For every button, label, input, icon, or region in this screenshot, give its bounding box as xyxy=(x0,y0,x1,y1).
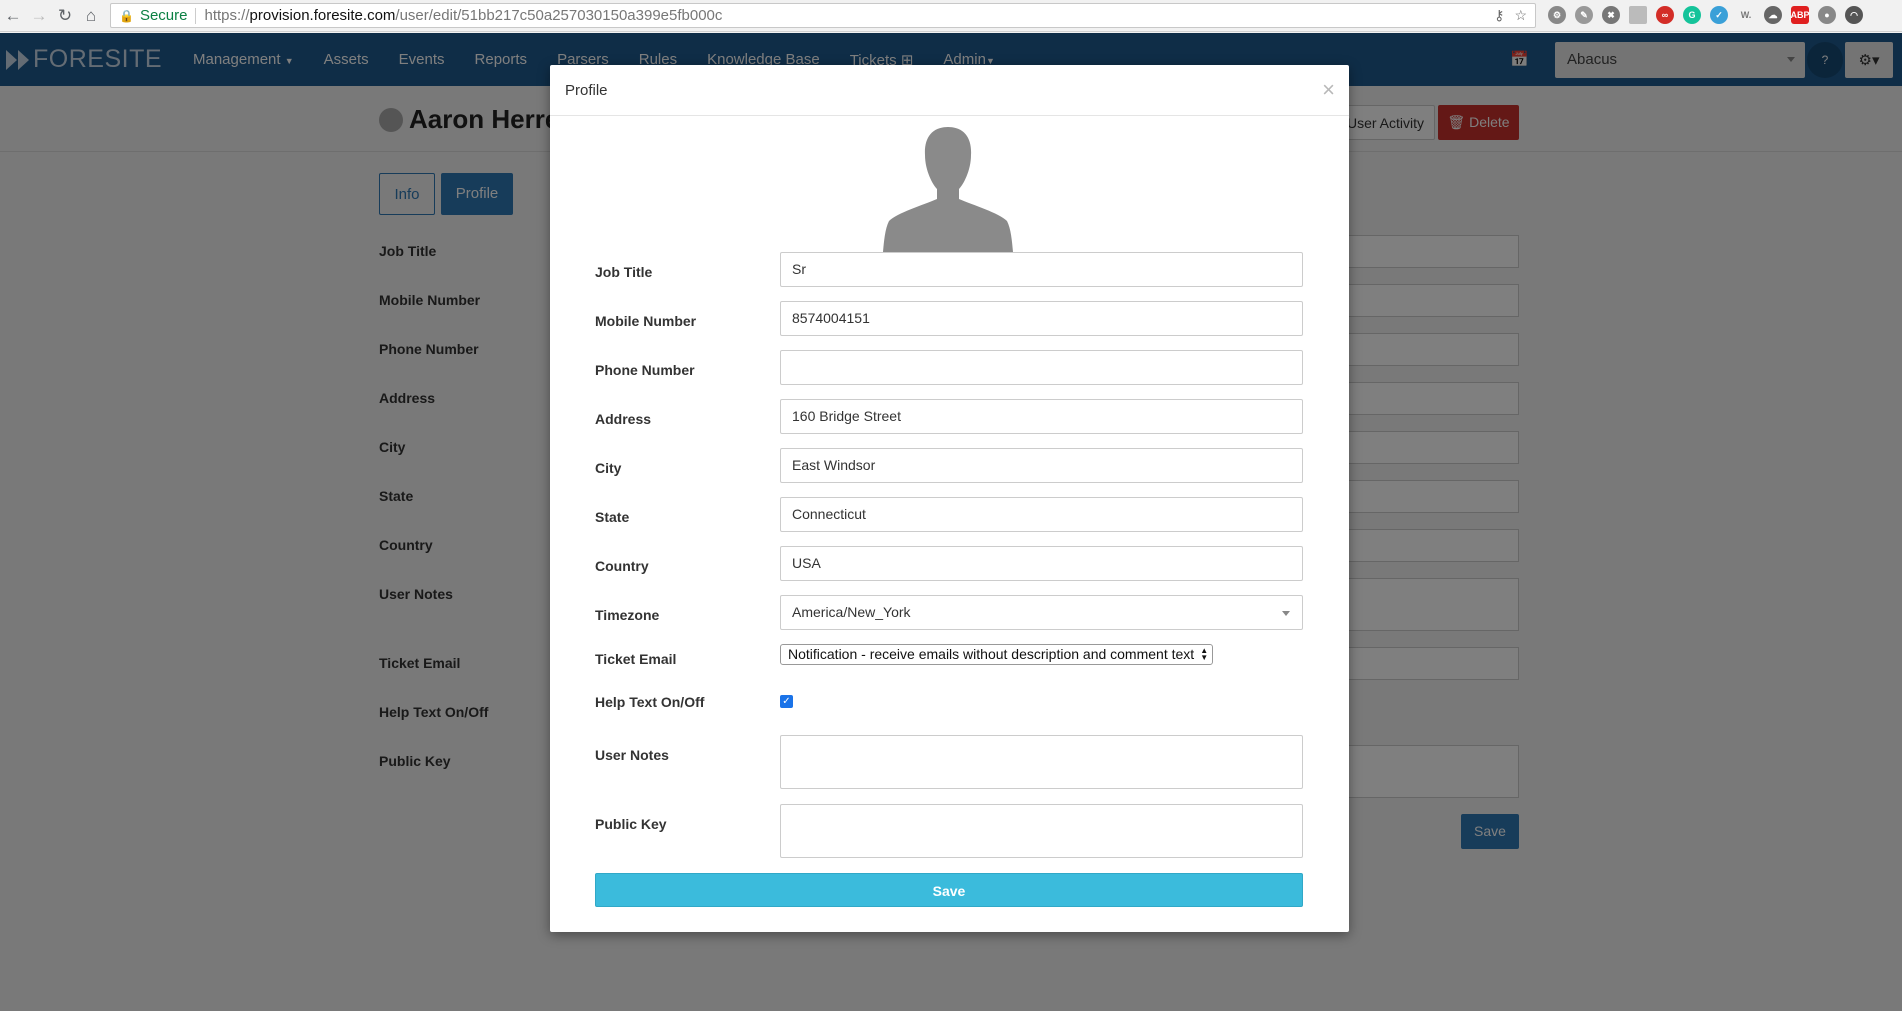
city-input[interactable]: East Windsor xyxy=(780,448,1303,483)
browser-toolbar: ← → ↻ ⌂ 🔒 Secure https:// provision.fore… xyxy=(0,0,1902,32)
help-text-label: Help Text On/Off xyxy=(595,694,705,710)
help-text-checkbox[interactable]: ✓ xyxy=(780,695,793,708)
city-label: City xyxy=(595,460,622,476)
back-icon[interactable]: ← xyxy=(0,3,26,29)
extension-grammarly-icon[interactable]: G xyxy=(1683,6,1701,24)
ticket-email-label: Ticket Email xyxy=(595,651,677,667)
secure-label: Secure xyxy=(139,7,188,24)
extension-compass-icon[interactable]: ✓ xyxy=(1710,6,1728,24)
url-host: provision.foresite.com xyxy=(249,7,396,24)
key-icon[interactable]: ⚷ xyxy=(1494,7,1504,24)
bookmark-star-icon[interactable]: ☆ xyxy=(1514,7,1527,24)
state-label: State xyxy=(595,509,630,525)
extension-adblock-icon[interactable]: ABP xyxy=(1791,6,1810,24)
country-label: Country xyxy=(595,558,649,574)
extension-tool-icon[interactable]: ✖ xyxy=(1602,6,1620,24)
modal-title: Profile xyxy=(565,82,608,99)
lock-icon: 🔒 xyxy=(119,8,134,23)
address-bar[interactable]: 🔒 Secure https:// provision.foresite.com… xyxy=(110,3,1536,28)
url-scheme: https:// xyxy=(204,7,250,24)
profile-modal: Profile × Job Title Sr Mobile Number 857… xyxy=(550,65,1349,932)
user-notes-textarea[interactable] xyxy=(780,735,1303,789)
save-button[interactable]: Save xyxy=(595,873,1303,907)
divider xyxy=(195,7,197,24)
mobile-number-input[interactable]: 8574004151 xyxy=(780,301,1303,336)
timezone-value: America/New_York xyxy=(792,604,911,620)
user-notes-label: User Notes xyxy=(595,747,669,763)
url-path: /user/edit/51bb217c50a257030150a399e5fb0… xyxy=(395,7,723,24)
modal-header: Profile × xyxy=(550,65,1349,116)
ticket-email-select[interactable]: Notification - receive emails without de… xyxy=(780,644,1214,665)
job-title-label: Job Title xyxy=(595,264,653,280)
public-key-textarea[interactable] xyxy=(780,804,1303,858)
extension-circle-icon[interactable]: ◠ xyxy=(1845,6,1863,24)
select-arrows-icon: ▲ ▼ xyxy=(1200,646,1209,662)
public-key-label: Public Key xyxy=(595,816,667,832)
extension-lastpass-icon[interactable]: ∞ xyxy=(1656,6,1674,24)
phone-number-input[interactable] xyxy=(780,350,1303,385)
extension-screen-icon[interactable] xyxy=(1629,6,1647,24)
timezone-select[interactable]: America/New_York xyxy=(780,595,1303,630)
address-input[interactable]: 160 Bridge Street xyxy=(780,399,1303,434)
avatar-silhouette-icon xyxy=(883,127,1013,252)
close-icon[interactable]: × xyxy=(1322,77,1335,103)
forward-icon[interactable]: → xyxy=(26,3,52,29)
extension-pen-icon[interactable]: ✎ xyxy=(1575,6,1593,24)
caret-down-icon xyxy=(1282,611,1290,616)
ticket-email-value: Notification - receive emails without de… xyxy=(788,646,1195,662)
reload-icon[interactable]: ↻ xyxy=(52,3,78,29)
state-input[interactable]: Connecticut xyxy=(780,497,1303,532)
extension-icons: ⚙ ✎ ✖ ∞ G ✓ W. ☁ ABP ● ◠ xyxy=(1548,6,1863,24)
timezone-label: Timezone xyxy=(595,607,660,623)
home-icon[interactable]: ⌂ xyxy=(78,3,104,29)
extension-pin-icon[interactable]: ● xyxy=(1818,6,1836,24)
extension-gear-icon[interactable]: ⚙ xyxy=(1548,6,1566,24)
job-title-input[interactable]: Sr xyxy=(780,252,1303,287)
extension-cloud-icon[interactable]: ☁ xyxy=(1764,6,1782,24)
extension-w-icon[interactable]: W. xyxy=(1737,6,1755,24)
address-label: Address xyxy=(595,411,652,427)
country-input[interactable]: USA xyxy=(780,546,1303,581)
phone-number-label: Phone Number xyxy=(595,362,695,378)
mobile-number-label: Mobile Number xyxy=(595,313,697,329)
